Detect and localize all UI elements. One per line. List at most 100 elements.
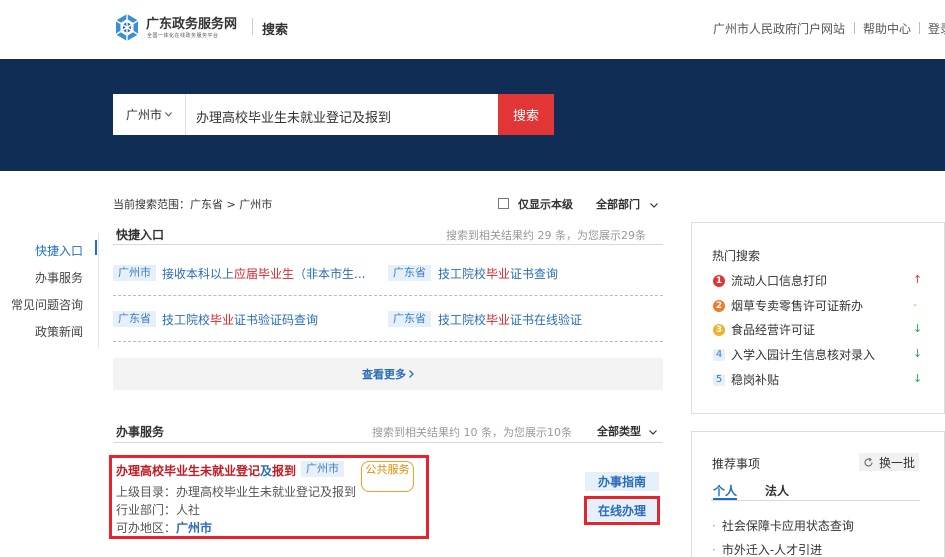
city-select-label: 广州市 xyxy=(125,108,162,122)
search-input[interactable]: 办理高校毕业生未就业登记及报到 xyxy=(196,107,391,126)
view-more-label: 查看更多 xyxy=(362,368,406,381)
hot-search-text: 烟草专卖零售许可证新办 xyxy=(731,299,864,313)
rank-badge: 4 xyxy=(713,348,725,361)
service-title-text: 办理高校毕业生未就业登记 xyxy=(116,464,261,478)
view-more-button[interactable]: 查看更多 xyxy=(113,358,663,390)
quick-link-text: 技工院校 xyxy=(438,313,487,327)
department-filter[interactable]: 全部部门 xyxy=(596,196,658,212)
gov-portal-link[interactable]: 广州市人民政府门户网站 xyxy=(713,20,845,37)
quick-link[interactable]: 技工院校毕业证书验证码查询 xyxy=(162,311,374,328)
hot-search-text: 食品经营许可证 xyxy=(731,323,816,337)
region-label: 可办地区： xyxy=(116,521,177,535)
city-select[interactable]: 广州市 xyxy=(113,94,186,135)
recommend-item[interactable]: 社会保障卡应用状态查询 xyxy=(712,517,854,534)
hot-search-item[interactable]: 5 稳岗补贴 xyxy=(713,371,779,388)
dashed-divider xyxy=(113,341,663,342)
hot-search-text: 稳岗补贴 xyxy=(731,373,780,387)
quick-link-text: （非本市生... xyxy=(294,267,366,281)
department-label: 行业部门： xyxy=(116,503,177,517)
header-divider xyxy=(252,18,253,35)
rank-badge: 2 xyxy=(713,299,725,312)
chevron-right-icon xyxy=(409,370,414,378)
quick-link-highlight: 毕业 xyxy=(486,267,511,281)
quick-entry-title: 快捷入口 xyxy=(116,228,165,242)
trend-arrow-icon: ↓ xyxy=(913,347,923,360)
hot-search-text: 入学入园计生信息核对录入 xyxy=(731,348,876,362)
brand-title[interactable]: 广东政务服务网 xyxy=(146,13,237,32)
rank-badge: 5 xyxy=(713,373,725,386)
logo-icon[interactable] xyxy=(114,13,140,42)
rank-badge: 1 xyxy=(713,274,725,287)
department-value: 人社 xyxy=(176,503,201,517)
service-title-text: 及 xyxy=(260,464,273,478)
quick-link-tag: 广州市 xyxy=(113,265,156,281)
quick-link-text: 证书在线验证 xyxy=(510,313,583,327)
section-rule xyxy=(113,442,663,443)
service-guide-button[interactable]: 办事指南 xyxy=(585,472,659,491)
side-nav-services[interactable]: 办事服务 xyxy=(3,269,83,286)
quick-link-text: 技工院校 xyxy=(438,267,487,281)
catalog-value: 办理高校毕业生未就业登记及报到 xyxy=(176,485,357,499)
chevron-down-icon xyxy=(649,202,658,208)
service-title-link[interactable]: 办理高校毕业生未就业登记及报到 xyxy=(116,462,296,479)
services-title: 办事服务 xyxy=(116,425,165,439)
only-this-level-label[interactable]: 仅显示本级 xyxy=(518,196,573,212)
chevron-down-icon xyxy=(165,112,172,117)
quick-link-highlight: 应届毕业生 xyxy=(234,267,295,281)
search-scope: 当前搜索范围：广东省 > 广州市 xyxy=(113,198,273,211)
catalog-label: 上级目录： xyxy=(116,485,177,499)
login-link[interactable]: 登录 xyxy=(928,20,945,37)
quick-link-tag: 广东省 xyxy=(388,265,431,281)
help-center-link[interactable]: 帮助中心 xyxy=(863,20,911,37)
service-title-text: 报到 xyxy=(272,464,297,478)
link-separator xyxy=(854,22,855,34)
quick-link[interactable]: 接收本科以上应届毕业生（非本市生... xyxy=(162,265,374,282)
quick-link-highlight: 毕业 xyxy=(210,313,235,327)
hot-search-item[interactable]: 4 入学入园计生信息核对录入 xyxy=(713,346,875,363)
side-nav-faq[interactable]: 常见问题咨询 xyxy=(3,296,83,313)
side-nav-policy-news[interactable]: 政策新闻 xyxy=(3,323,83,340)
quick-link-text: 技工院校 xyxy=(162,313,211,327)
trend-arrow-icon: - xyxy=(913,298,917,311)
chevron-down-icon xyxy=(648,429,657,435)
page-label: 搜索 xyxy=(262,23,289,38)
swap-button[interactable]: 换一批 xyxy=(859,453,919,471)
services-result-info: 搜索到相关结果约 10 条，为您展示10条 xyxy=(372,426,572,439)
quick-link[interactable]: 技工院校毕业证书在线验证 xyxy=(438,311,658,328)
tab-personal[interactable]: 个人 xyxy=(713,482,737,499)
only-this-level-checkbox[interactable] xyxy=(498,198,509,209)
search-button[interactable]: 搜索 xyxy=(498,94,554,135)
side-nav-quick-entry[interactable]: 快捷入口 xyxy=(3,242,83,259)
hot-search-item[interactable]: 2 烟草专卖零售许可证新办 xyxy=(713,297,863,314)
quick-link-tag: 广东省 xyxy=(388,311,431,327)
type-filter-label: 全部类型 xyxy=(597,425,641,438)
online-apply-button[interactable]: 在线办理 xyxy=(588,500,656,521)
tab-rule xyxy=(711,500,920,501)
tab-legal-person[interactable]: 法人 xyxy=(765,482,789,499)
refresh-icon xyxy=(864,457,873,466)
hot-search-item[interactable]: 1 流动人口信息打印 xyxy=(713,272,827,289)
hot-search-title: 热门搜索 xyxy=(712,249,761,263)
quick-link[interactable]: 技工院校毕业证书查询 xyxy=(438,265,658,282)
quick-link-highlight: 毕业 xyxy=(486,313,511,327)
section-rule xyxy=(113,244,663,245)
rank-badge: 3 xyxy=(713,323,725,336)
trend-arrow-icon: ↓ xyxy=(913,322,923,335)
dashed-divider xyxy=(113,295,663,296)
hot-search-text: 流动人口信息打印 xyxy=(731,274,828,288)
service-catalog: 上级目录：办理高校毕业生未就业登记及报到 xyxy=(116,483,356,500)
type-filter[interactable]: 全部类型 xyxy=(597,423,657,439)
hot-search-item[interactable]: 3 食品经营许可证 xyxy=(713,321,815,338)
swap-label: 换一批 xyxy=(878,455,915,470)
service-city-tag: 广州市 xyxy=(301,461,344,477)
recommend-item[interactable]: 市外迁入-人才引进 xyxy=(712,541,822,557)
recommend-title: 推荐事项 xyxy=(712,457,761,471)
service-type-tag: 公共服务 xyxy=(361,461,414,492)
trend-arrow-icon: ↑ xyxy=(913,273,923,286)
trend-arrow-icon: ↓ xyxy=(913,372,923,385)
side-nav-active-indicator xyxy=(95,240,97,255)
service-region: 可办地区：广州市 xyxy=(116,519,212,536)
link-separator xyxy=(919,22,920,34)
quick-link-text: 接收本科以上 xyxy=(162,267,235,281)
department-filter-label: 全部部门 xyxy=(596,198,640,211)
